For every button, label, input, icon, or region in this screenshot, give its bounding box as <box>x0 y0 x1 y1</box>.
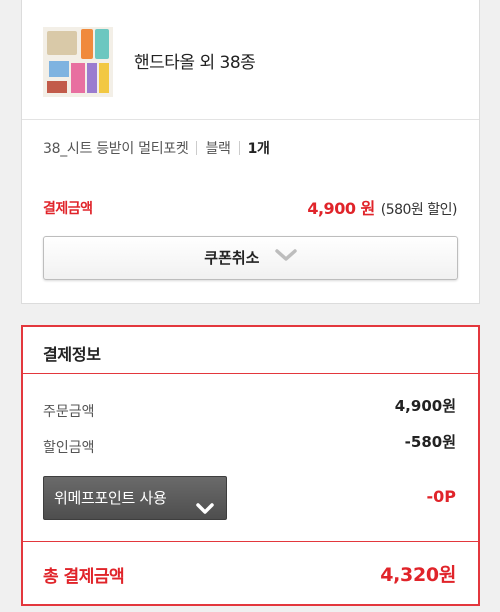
total-payment-value: 4,320원 <box>380 564 456 586</box>
option-divider <box>238 141 240 155</box>
product-row[interactable]: 핸드타올 외 38종 <box>22 0 479 120</box>
option-quantity: 1개 <box>247 141 270 157</box>
discount-amount-row: 할인금액 -580원 <box>43 433 456 457</box>
points-used-value: -0P <box>426 487 457 506</box>
option-divider <box>196 141 198 155</box>
order-amount-row: 주문금액 4,900원 <box>43 397 456 421</box>
product-option-row: 38_시트 등받이 멀티포켓 블랙 1개 <box>43 138 270 158</box>
payment-amount: 4,900 원 (580원 할인) <box>307 195 457 219</box>
total-payment-label: 총 결제금액 <box>43 567 125 587</box>
total-divider <box>23 541 478 542</box>
discount-amount-label: 할인금액 <box>43 440 95 456</box>
order-item-card: 핸드타올 외 38종 38_시트 등받이 멀티포켓 블랙 1개 결제금액 4,900… <box>21 0 480 304</box>
payment-info-title: 결제정보 <box>43 345 101 364</box>
payment-discount: (580원 할인) <box>380 202 458 218</box>
chevron-down-icon <box>196 490 214 532</box>
product-name[interactable]: 핸드타올 외 38종 <box>134 48 256 73</box>
chevron-down-icon <box>274 236 297 278</box>
payment-info-panel: 결제정보 주문금액 4,900원 할인금액 -580원 위메프포인트 사용 -0… <box>21 325 480 606</box>
option-color: 블랙 <box>205 141 231 157</box>
coupon-cancel-button[interactable]: 쿠폰취소 <box>43 236 458 280</box>
product-thumbnail[interactable] <box>43 27 113 97</box>
use-points-button[interactable]: 위메프포인트 사용 <box>43 476 227 520</box>
coupon-cancel-label: 쿠폰취소 <box>204 249 260 267</box>
discount-amount-value: -580원 <box>404 433 456 451</box>
payment-price: 4,900 원 <box>307 199 375 218</box>
order-amount-label: 주문금액 <box>43 404 95 420</box>
payment-amount-label: 결제금액 <box>43 201 93 217</box>
order-amount-value: 4,900원 <box>394 397 456 415</box>
option-name: 38_시트 등받이 멀티포켓 <box>43 141 189 157</box>
payment-info-header: 결제정보 <box>23 327 478 374</box>
use-points-label: 위메프포인트 사용 <box>54 489 167 507</box>
